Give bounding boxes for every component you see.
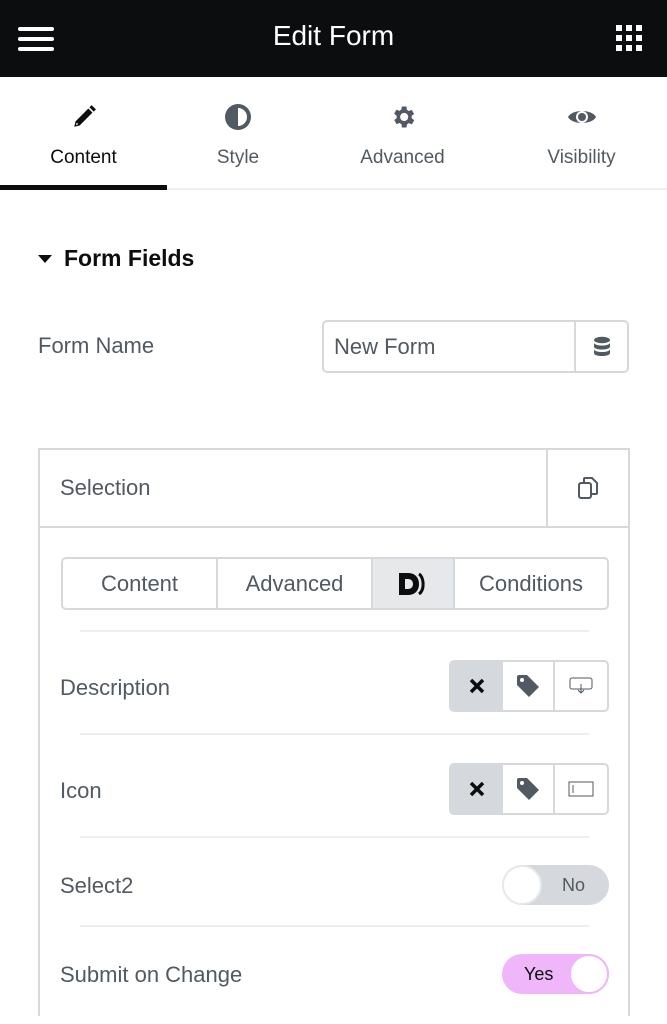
- tooltip-icon: [569, 677, 593, 694]
- select2-switch[interactable]: No: [502, 865, 609, 905]
- gear-icon: [309, 101, 496, 133]
- close-icon: [469, 678, 485, 694]
- tag-icon: [517, 778, 539, 800]
- inner-tab-conditions[interactable]: Conditions: [455, 559, 607, 608]
- switch-knob: [569, 954, 609, 994]
- switch-state: No: [561, 875, 585, 895]
- tab-advanced[interactable]: Advanced: [309, 77, 496, 188]
- divider: [80, 836, 589, 838]
- close-icon: [469, 781, 485, 797]
- repeater-item: Selection Content Advanced Conditions De…: [38, 448, 630, 1016]
- inner-tabs: Content Advanced Conditions: [61, 557, 609, 610]
- half-circle-icon: [167, 101, 309, 133]
- tooltip-option[interactable]: [555, 662, 607, 710]
- none-option[interactable]: [451, 765, 503, 813]
- switch-knob: [502, 865, 542, 905]
- tab-style[interactable]: Style: [167, 77, 309, 188]
- database-icon[interactable]: [574, 322, 627, 371]
- icon-label: Icon: [60, 778, 102, 803]
- caret-down-icon: [38, 254, 52, 263]
- form-name-field: New Form: [322, 320, 629, 373]
- submit-on-change-label: Submit on Change: [60, 962, 243, 987]
- input-option[interactable]: [555, 765, 607, 813]
- tag-option[interactable]: [503, 662, 556, 710]
- form-name-label: Form Name: [38, 333, 155, 358]
- page-title: Edit Form: [272, 20, 395, 51]
- text-input-icon: [568, 781, 594, 797]
- description-choose: [449, 660, 609, 712]
- tag-option[interactable]: [503, 765, 556, 813]
- section-title: Form Fields: [64, 245, 195, 271]
- form-name-input[interactable]: New Form: [324, 322, 574, 371]
- switch-state: Yes: [524, 964, 554, 984]
- top-bar: Edit Form: [0, 0, 667, 77]
- pencil-icon: [0, 101, 167, 133]
- copy-icon[interactable]: [546, 450, 628, 526]
- divider: [80, 630, 589, 632]
- submit-on-change-switch[interactable]: Yes: [502, 954, 609, 994]
- tag-icon: [517, 675, 539, 697]
- section-form-fields[interactable]: Form Fields: [38, 245, 194, 272]
- repeater-item-header[interactable]: Selection: [40, 450, 628, 528]
- tab-visibility[interactable]: Visibility: [496, 77, 667, 188]
- tab-content[interactable]: Content: [0, 77, 167, 190]
- eye-icon: [496, 101, 667, 133]
- divider: [80, 733, 589, 735]
- divider: [80, 925, 589, 927]
- repeater-item-title: Selection: [60, 475, 151, 500]
- description-label: Description: [60, 675, 171, 700]
- grid-icon[interactable]: [616, 25, 642, 51]
- panel-tabs: Content Style Advanced Visibility: [0, 77, 667, 190]
- inner-tab-dynamic[interactable]: [373, 559, 455, 608]
- none-option[interactable]: [451, 662, 503, 710]
- icon-choose: [449, 763, 609, 815]
- select2-label: Select2: [60, 873, 134, 898]
- inner-tab-advanced[interactable]: Advanced: [218, 559, 373, 608]
- dynamic-logo-icon: [399, 572, 425, 595]
- inner-tab-content[interactable]: Content: [63, 559, 218, 608]
